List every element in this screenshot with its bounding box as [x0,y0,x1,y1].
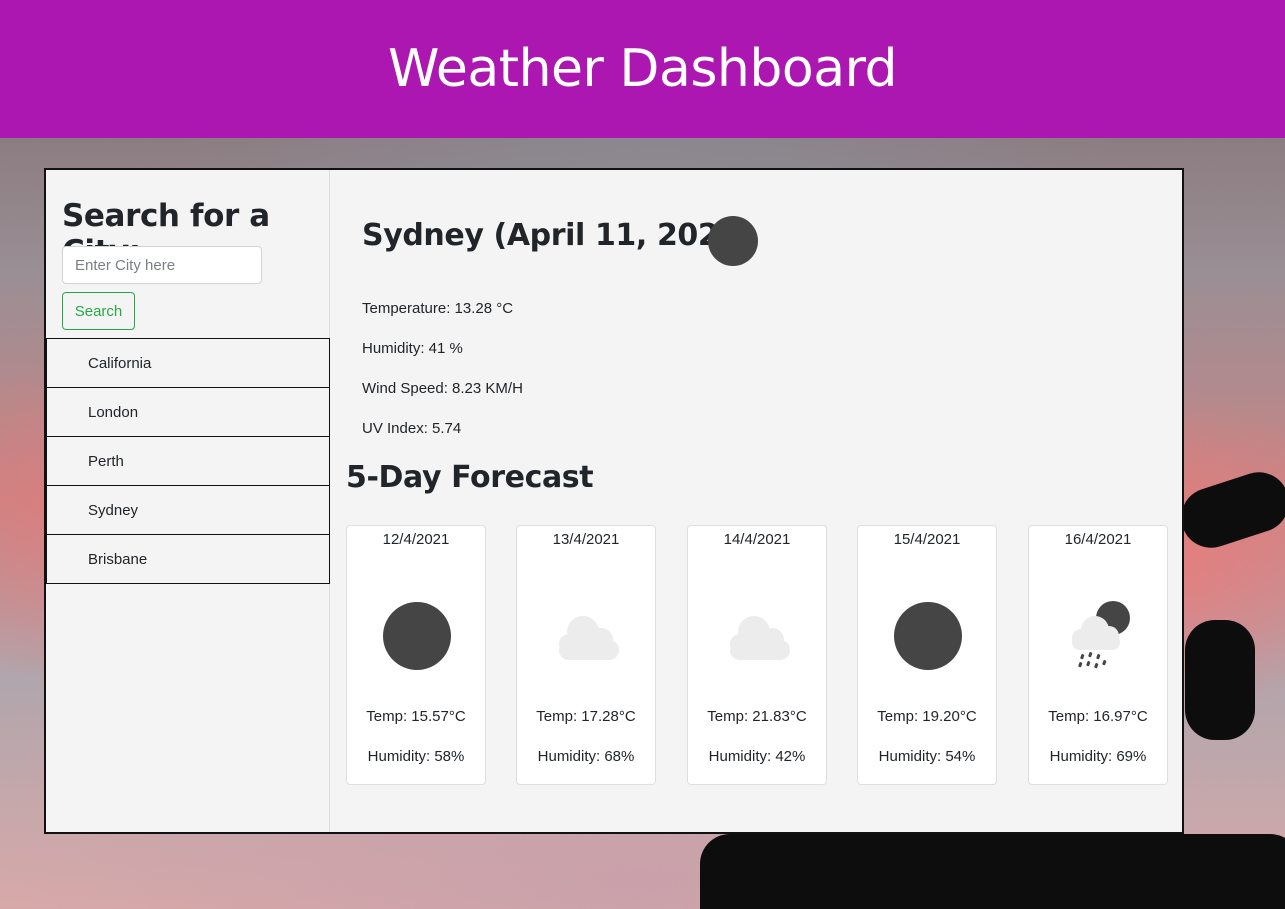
forecast-date: 15/4/2021 [893,531,961,548]
background-silhouette [700,834,1285,909]
forecast-card: 12/4/2021 Temp: 15.57°C Humidity: 58% [346,525,486,785]
rain-night-icon [1059,596,1139,676]
forecast-card: 14/4/2021 Temp: 21.83°C Humidity: 42% [687,525,827,785]
search-sidebar: Search for a City: Search California Lon… [46,170,330,832]
background-silhouette [1185,620,1255,740]
search-button[interactable]: Search [62,292,135,330]
forecast-temp: Temp: 17.28°C [536,708,636,725]
history-item-london[interactable]: London [46,387,330,437]
weather-main: Sydney (April 11, 2021) Temperature: 13.… [331,170,1182,832]
cloud-icon [547,596,627,676]
history-item-brisbane[interactable]: Brisbane [46,534,330,584]
current-humidity: Humidity: 41 % [362,340,463,357]
history-item-perth[interactable]: Perth [46,436,330,486]
forecast-humidity: Humidity: 68% [537,748,635,765]
current-temperature: Temperature: 13.28 °C [362,300,514,317]
history-item-california[interactable]: California [46,338,330,388]
forecast-temp: Temp: 16.97°C [1048,708,1148,725]
forecast-temp: Temp: 15.57°C [366,708,466,725]
search-history-list: California London Perth Sydney Brisbane [46,338,330,584]
current-weather-title: Sydney (April 11, 2021) [362,218,753,253]
forecast-humidity: Humidity: 54% [878,748,976,765]
dark-circle-icon [888,596,968,676]
current-wind-speed: Wind Speed: 8.23 KM/H [362,380,523,397]
background-silhouette [1173,464,1285,556]
forecast-temp: Temp: 21.83°C [707,708,807,725]
page-header: Weather Dashboard [0,0,1285,138]
forecast-humidity: Humidity: 42% [708,748,806,765]
forecast-humidity: Humidity: 58% [367,748,465,765]
city-search-input[interactable] [62,246,262,284]
forecast-card: 16/4/2021 Temp: 16.97°C Humidity: 69% [1028,525,1168,785]
forecast-heading: 5-Day Forecast [346,460,594,495]
history-item-sydney[interactable]: Sydney [46,485,330,535]
forecast-card: 15/4/2021 Temp: 19.20°C Humidity: 54% [857,525,997,785]
forecast-date: 16/4/2021 [1064,531,1132,548]
forecast-card: 13/4/2021 Temp: 17.28°C Humidity: 68% [516,525,656,785]
forecast-date: 14/4/2021 [723,531,791,548]
forecast-humidity: Humidity: 69% [1049,748,1147,765]
forecast-temp: Temp: 19.20°C [877,708,977,725]
forecast-date: 12/4/2021 [382,531,450,548]
dark-circle-icon [377,596,457,676]
page-title: Weather Dashboard [387,39,898,99]
dashboard-panel: Search for a City: Search California Lon… [44,168,1184,834]
dark-circle-icon [708,216,758,266]
cloud-icon [718,596,798,676]
current-uv-index: UV Index: 5.74 [362,420,462,437]
forecast-date: 13/4/2021 [552,531,620,548]
